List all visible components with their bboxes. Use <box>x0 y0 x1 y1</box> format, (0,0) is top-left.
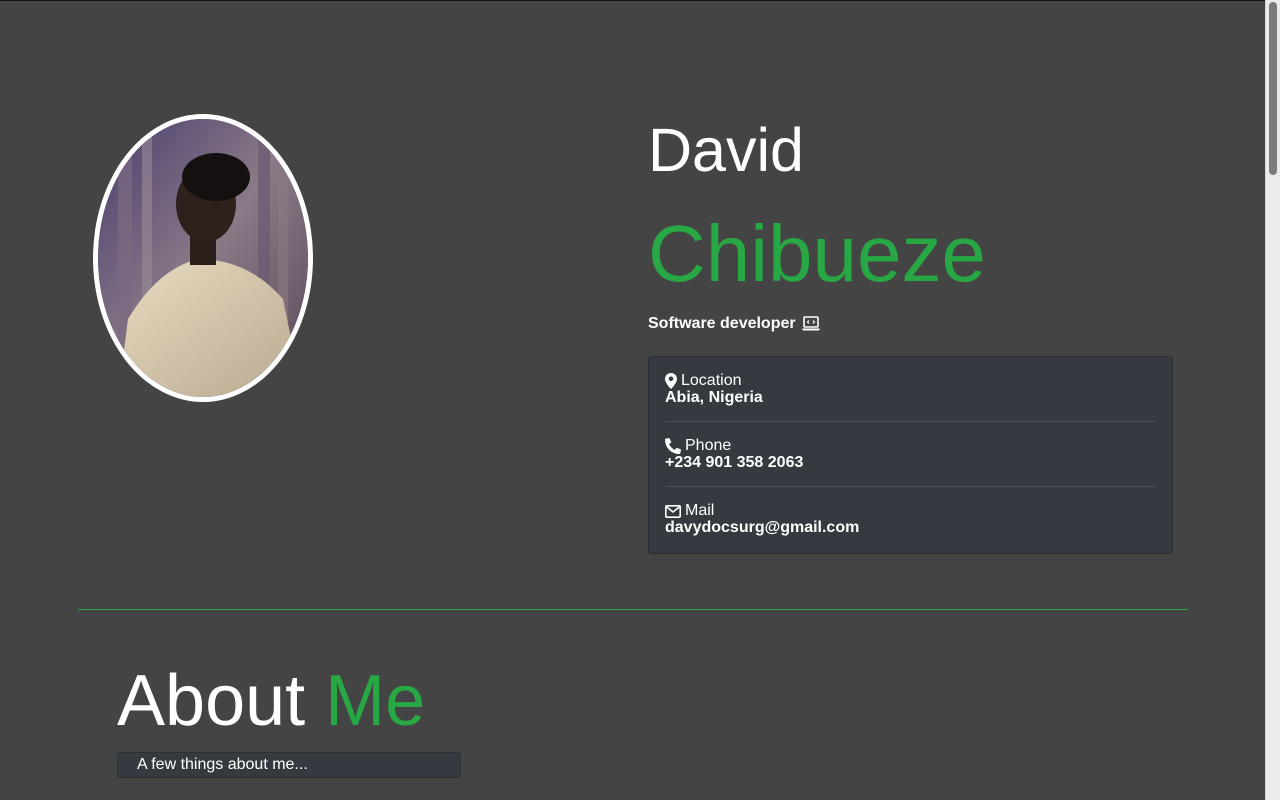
contact-location: Location Abia, Nigeria <box>665 357 1156 422</box>
phone-icon <box>665 438 681 454</box>
profile-photo-image <box>98 119 308 397</box>
about-heading: About Me <box>117 660 425 742</box>
phone-value[interactable]: +234 901 358 2063 <box>665 455 1156 471</box>
mail-label: Mail <box>685 502 715 519</box>
role-line: Software developer <box>648 314 821 334</box>
location-value: Abia, Nigeria <box>665 389 763 406</box>
about-heading-word: About <box>117 661 306 741</box>
role-text: Software developer <box>648 315 796 332</box>
laptop-code-icon <box>801 316 821 332</box>
last-name-heading: Chibueze <box>648 209 987 298</box>
profile-photo <box>93 114 313 402</box>
vertical-scrollbar[interactable] <box>1265 0 1280 800</box>
location-label: Location <box>681 372 742 389</box>
contact-phone: Phone +234 901 358 2063 <box>665 422 1156 487</box>
portfolio-page: David Chibueze Software developer Locati… <box>0 0 1266 800</box>
first-name-heading: David <box>648 116 804 184</box>
map-marker-icon <box>665 373 677 389</box>
section-divider <box>78 609 1188 610</box>
contact-card: Location Abia, Nigeria Phone +234 901 35… <box>648 356 1173 554</box>
contact-mail: Mail davydocsurg@gmail.com <box>665 487 1156 552</box>
phone-label: Phone <box>685 437 732 454</box>
mail-value[interactable]: davydocsurg@gmail.com <box>665 520 1156 536</box>
about-subtitle: A few things about me... <box>117 752 461 778</box>
envelope-icon <box>665 504 681 518</box>
about-heading-accent: Me <box>325 661 426 741</box>
scrollbar-thumb[interactable] <box>1269 2 1277 175</box>
